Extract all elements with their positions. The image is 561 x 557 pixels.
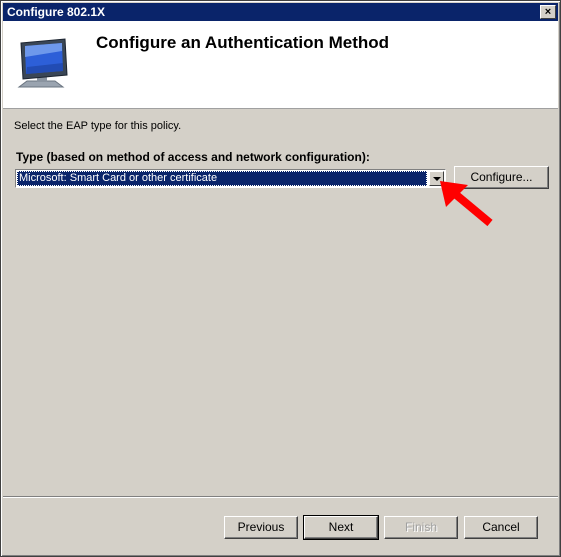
window-title: Configure 802.1X xyxy=(7,5,106,19)
eap-type-label: Type (based on method of access and netw… xyxy=(16,150,370,164)
configure-8021x-dialog: Configure 802.1X × Configure an Authenti… xyxy=(0,0,561,557)
red-arrow-annotation xyxy=(440,181,493,227)
wizard-header: Configure an Authentication Method xyxy=(3,21,558,109)
eap-type-dropdown[interactable]: Microsoft: Smart Card or other certifica… xyxy=(15,169,446,188)
close-button[interactable]: × xyxy=(540,5,556,19)
previous-button[interactable]: Previous xyxy=(224,516,298,539)
computer-monitor-icon xyxy=(15,37,77,98)
next-button[interactable]: Next xyxy=(303,515,379,540)
finish-button[interactable]: Finish xyxy=(384,516,458,539)
instruction-text: Select the EAP type for this policy. xyxy=(14,120,182,132)
eap-type-selected-value: Microsoft: Smart Card or other certifica… xyxy=(17,171,427,186)
close-icon: × xyxy=(544,6,552,18)
page-title: Configure an Authentication Method xyxy=(96,33,390,52)
footer-separator xyxy=(3,496,558,498)
title-bar[interactable]: Configure 802.1X × xyxy=(3,3,558,21)
cancel-button[interactable]: Cancel xyxy=(464,516,538,539)
